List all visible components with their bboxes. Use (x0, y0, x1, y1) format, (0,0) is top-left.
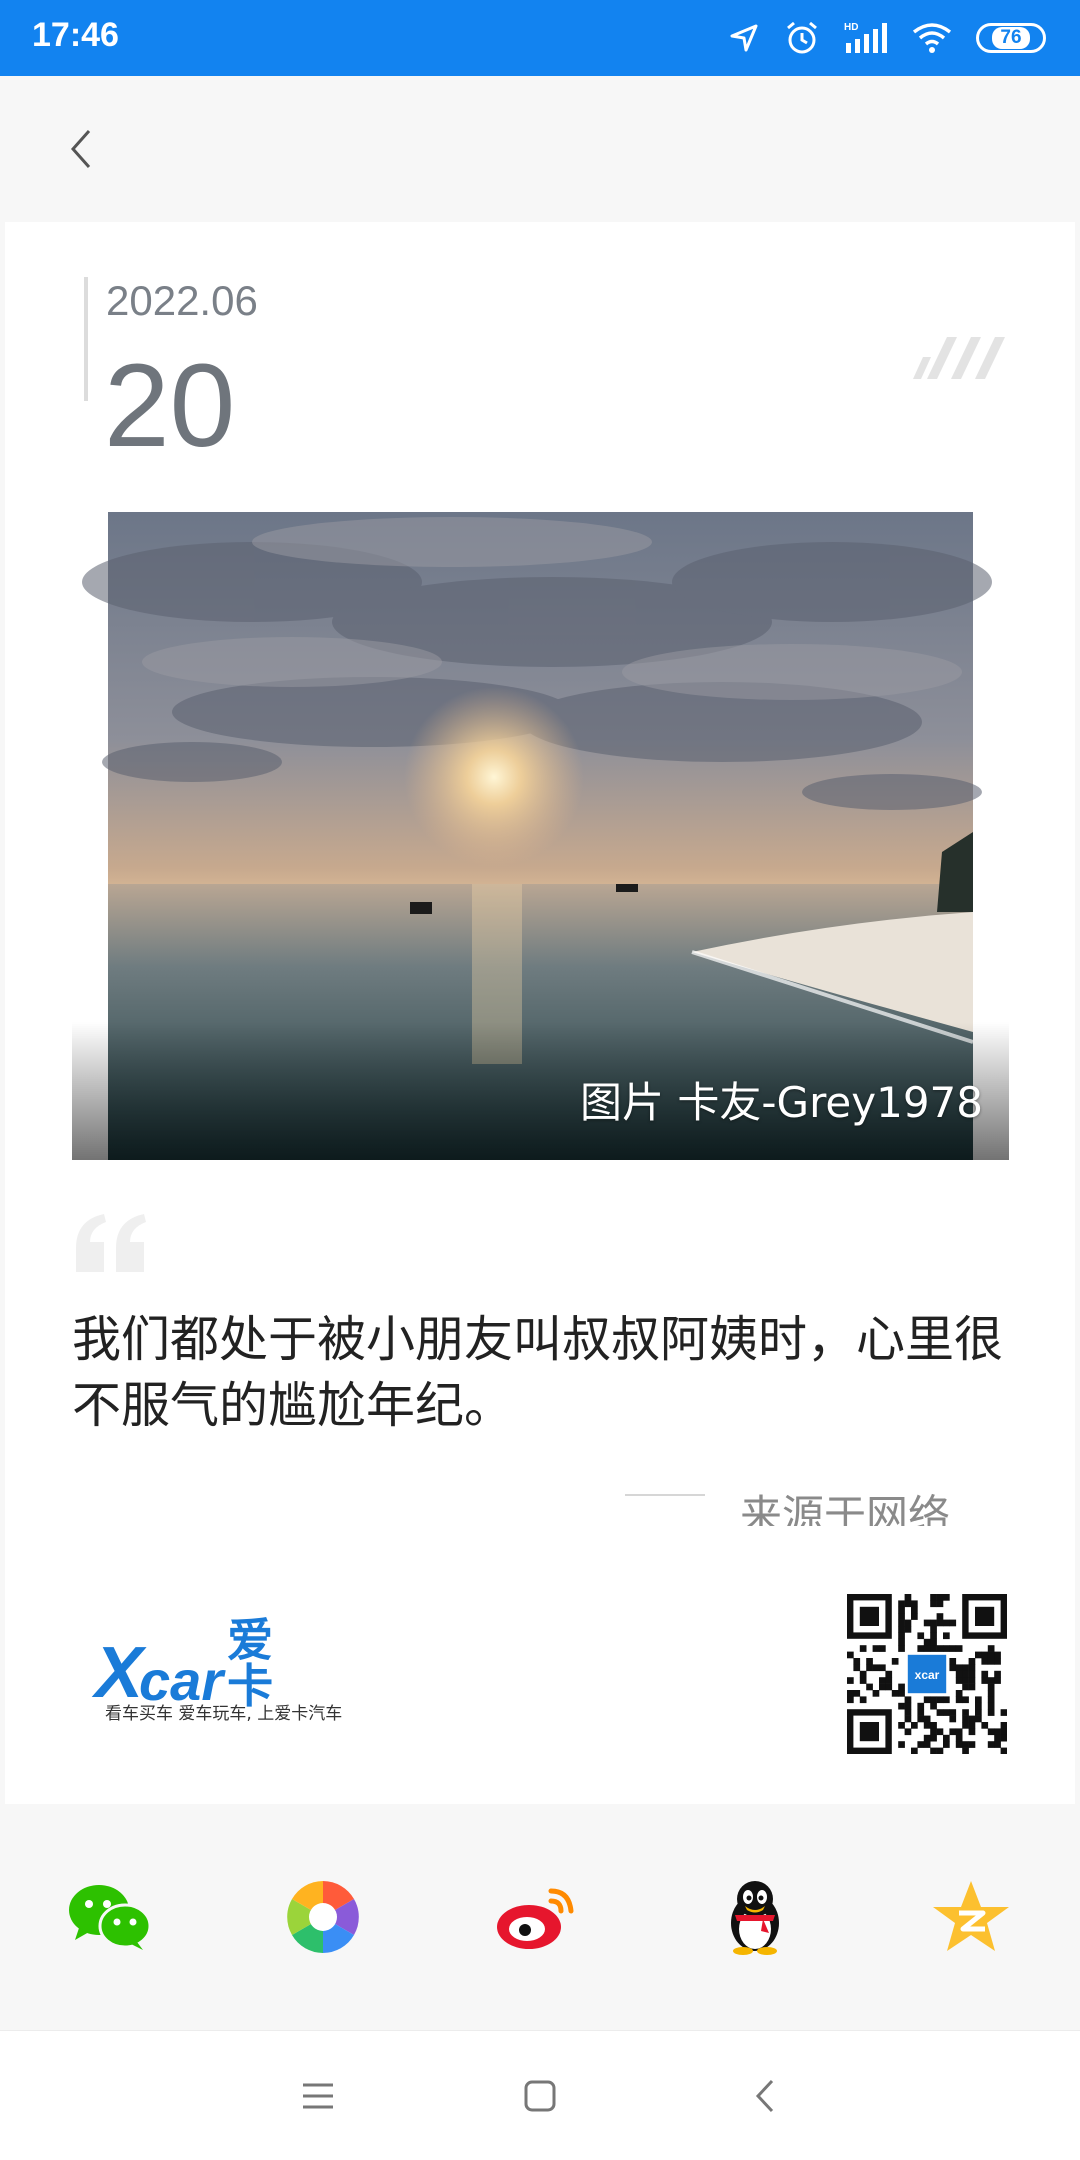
battery-icon: 76 (976, 23, 1046, 53)
source-text: 来源于网络 (740, 1491, 951, 1526)
qr-badge: xcar (915, 1668, 940, 1682)
daily-card: 2022.06 20 图片 卡友-Grey1978 我们都处于被小朋友叫叔叔阿姨… (5, 222, 1075, 1804)
back-icon (755, 2079, 774, 2113)
date-divider (84, 277, 88, 401)
back-button[interactable] (52, 114, 112, 184)
quote-icon (76, 1214, 146, 1272)
share-row (0, 1804, 1080, 2030)
nav-menu-button[interactable] (288, 2066, 348, 2126)
weibo-icon (497, 1888, 574, 1949)
signal-icon: HD (844, 21, 888, 55)
share-qzone-button[interactable] (926, 1872, 1016, 1962)
share-weibo-button[interactable] (492, 1872, 582, 1962)
status-bar: 17:46 HD 76 (0, 0, 1080, 76)
alarm-icon (784, 20, 820, 56)
svg-text:HD: HD (844, 22, 858, 33)
nav-home-button[interactable] (510, 2066, 570, 2126)
sunset-photo: 图片 卡友-Grey1978 (72, 512, 1009, 1160)
qq-icon (731, 1881, 779, 1955)
status-icons: HD 76 (728, 18, 1046, 58)
brand-name: X car 爱卡 (95, 1617, 273, 1709)
home-icon (524, 2080, 556, 2112)
wechat-icon (69, 1885, 151, 1950)
brand-slogan: 看车买车 爱车玩车, 上爱卡汽车 (105, 1704, 343, 1724)
status-time: 17:46 (32, 16, 119, 54)
share-wechat-button[interactable] (64, 1872, 154, 1962)
share-qq-button[interactable] (710, 1872, 800, 1962)
date-year-month: 2022.06 (106, 277, 258, 324)
chevron-left-icon (70, 130, 91, 168)
qr-code: xcar (847, 1594, 1007, 1754)
date-day: 20 (104, 340, 236, 472)
wifi-icon (912, 22, 952, 54)
menu-icon (303, 2083, 333, 2109)
quote-text: 我们都处于被小朋友叫叔叔阿姨时，心里很不服气的尴尬年纪。 (72, 1311, 1004, 1434)
brand-cn: 爱卡 (227, 1613, 274, 1713)
source-divider (625, 1494, 705, 1496)
slashes-decoration-icon (913, 337, 1005, 379)
battery-level: 76 (992, 27, 1030, 49)
nav-back-button[interactable] (736, 2066, 796, 2126)
header (0, 76, 1080, 222)
share-moments-button[interactable] (278, 1872, 368, 1962)
photo-credit: 图片 卡友-Grey1978 (580, 1078, 983, 1127)
nav-bar (0, 2030, 1080, 2160)
qzone-icon (933, 1881, 1009, 1951)
location-icon (728, 22, 760, 54)
moments-icon (287, 1881, 359, 1953)
sunset-image (72, 512, 1009, 1160)
